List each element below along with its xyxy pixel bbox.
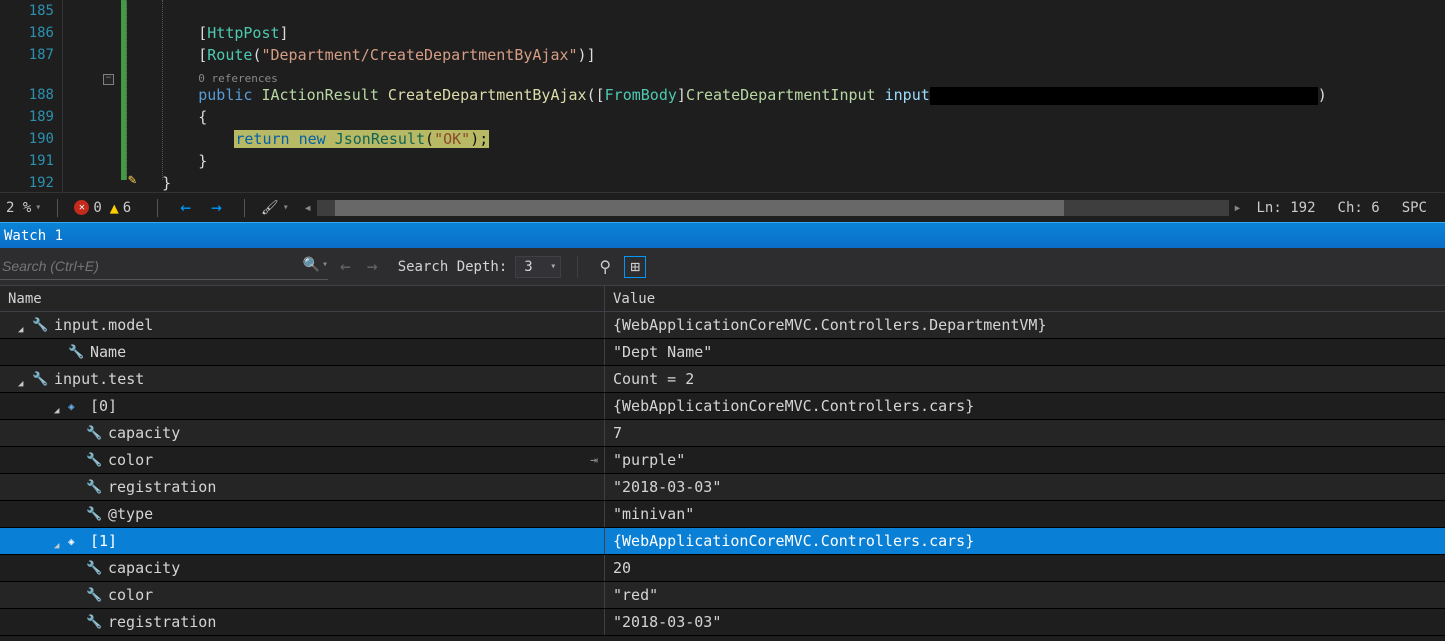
brush-icon[interactable]: 🖌 ▾ — [261, 200, 289, 216]
search-prev-icon[interactable]: ← — [336, 256, 355, 277]
watch-value-text[interactable]: "minivan" — [605, 505, 1445, 523]
watch-row[interactable]: 🔧 input.model {WebApplicationCoreMVC.Contr… — [0, 312, 1445, 339]
wrench-icon: 🔧 — [86, 507, 102, 522]
watch-name-text: input.test — [54, 370, 144, 388]
watch-value-text[interactable]: "red" — [605, 586, 1445, 604]
watch-row[interactable]: 🔧 registration "2018-03-03" — [0, 609, 1445, 636]
watch-row[interactable]: 🔧 registration "2018-03-03" — [0, 474, 1445, 501]
watch-row[interactable]: 🔧 capacity 7 — [0, 420, 1445, 447]
watch-value-text[interactable]: 7 — [605, 424, 1445, 442]
watch-row[interactable]: 🔧 color ⇥ "purple" — [0, 447, 1445, 474]
watch-row[interactable]: 🔧 @type "minivan" — [0, 501, 1445, 528]
chevron-down-icon[interactable]: ▾ — [322, 259, 328, 270]
watch-name-text: [0] — [90, 397, 117, 415]
watch-name-text: capacity — [108, 559, 180, 577]
outlining-margin[interactable]: − ✎ — [62, 0, 118, 192]
search-depth-label: Search Depth: — [390, 259, 508, 275]
watch-value-text[interactable]: "2018-03-03" — [605, 478, 1445, 496]
scroll-left-icon[interactable]: ◂ — [299, 200, 317, 216]
wrench-icon: 🔧 — [86, 453, 102, 468]
watch-row[interactable]: 🔧 capacity 20 — [0, 555, 1445, 582]
code-area[interactable]: [HttpPost] [Route("Department/CreateDepa… — [118, 0, 1445, 192]
search-next-icon[interactable]: → — [363, 256, 382, 277]
watch-name-text: Name — [90, 343, 126, 361]
code-editor[interactable]: 185 186 187 188 189 190 191 192 − ✎ [Htt… — [0, 0, 1445, 192]
watch-name-text: input.model — [54, 316, 153, 334]
wrench-icon: 🔧 — [86, 561, 102, 576]
watch-value-text[interactable]: {WebApplicationCoreMVC.Controllers.Depar… — [605, 316, 1445, 334]
wrench-icon: 🔧 — [32, 318, 48, 333]
redacted-block — [930, 87, 1318, 105]
watch-value-text[interactable]: 20 — [605, 559, 1445, 577]
filter-pin-icon[interactable]: ⚲ — [594, 257, 616, 276]
wrench-icon: 🔧 — [86, 426, 102, 441]
watch-row[interactable]: 🔧 color "red" — [0, 582, 1445, 609]
column-name-header[interactable]: Name — [0, 286, 605, 311]
expander-icon[interactable] — [18, 374, 28, 384]
watch-value-text[interactable]: "Dept Name" — [605, 343, 1445, 361]
watch-rows-container: 🔧 input.model {WebApplicationCoreMVC.Contr… — [0, 312, 1445, 636]
watch-name-text: [1] — [90, 532, 117, 550]
scroll-right-icon[interactable]: ▸ — [1229, 200, 1247, 216]
expander-icon[interactable] — [18, 320, 28, 330]
watch-value-text[interactable]: {WebApplicationCoreMVC.Controllers.cars} — [605, 397, 1445, 415]
watch-search-wrapper: 🔍▾ — [0, 254, 328, 280]
watch-row[interactable]: ◈ [1] {WebApplicationCoreMVC.Controllers.c… — [0, 528, 1445, 555]
scrollbar-thumb[interactable] — [335, 200, 1064, 216]
watch-search-input[interactable] — [0, 254, 328, 279]
watch-value-text[interactable]: Count = 2 — [605, 370, 1445, 388]
watch-row[interactable]: 🔧 input.test Count = 2 — [0, 366, 1445, 393]
wrench-icon: 🔧 — [68, 345, 84, 360]
spaces-indicator[interactable]: SPC — [1402, 200, 1427, 216]
watch-name-text: color — [108, 586, 153, 604]
line-indicator[interactable]: Ln: 192 — [1257, 200, 1316, 216]
wrench-icon: 🔧 — [32, 372, 48, 387]
expander-icon[interactable] — [54, 536, 64, 546]
nav-back-icon[interactable]: ← — [174, 197, 197, 218]
editor-status-bar: 2 % ▾ ✕0 ▲6 ← → 🖌 ▾ ◂ ▸ Ln: 192 Ch: 6 SP… — [0, 192, 1445, 222]
line-number-gutter: 185 186 187 188 189 190 191 192 — [0, 0, 62, 192]
watch-name-text: @type — [108, 505, 153, 523]
warning-icon: ▲ — [110, 199, 119, 217]
error-icon: ✕ — [74, 200, 89, 215]
wrench-icon: 🔧 — [86, 615, 102, 630]
search-depth-dropdown[interactable]: 3 — [515, 256, 561, 278]
watch-name-text: registration — [108, 613, 216, 631]
object-icon: ◈ — [68, 400, 84, 413]
toggle-raw-view-icon[interactable]: ⊞ — [624, 256, 646, 278]
watch-panel-title[interactable]: Watch 1 — [0, 222, 1445, 248]
error-count[interactable]: ✕0 — [74, 200, 101, 216]
column-value-header[interactable]: Value — [605, 286, 1445, 311]
pin-icon[interactable]: ⇥ — [590, 453, 598, 468]
nav-forward-icon[interactable]: → — [205, 197, 228, 218]
watch-value-text[interactable]: "2018-03-03" — [605, 613, 1445, 631]
horizontal-scrollbar[interactable]: ◂ ▸ — [299, 200, 1247, 216]
watch-toolbar: 🔍▾ ← → Search Depth: 3 ⚲ ⊞ — [0, 248, 1445, 286]
watch-name-text: color — [108, 451, 153, 469]
expander-icon[interactable] — [54, 401, 64, 411]
watch-value-text[interactable]: "purple" — [605, 451, 1445, 469]
wrench-icon: 🔧 — [86, 480, 102, 495]
column-indicator[interactable]: Ch: 6 — [1338, 200, 1380, 216]
zoom-dropdown[interactable]: 2 % ▾ — [6, 200, 41, 216]
watch-row[interactable]: 🔧 Name "Dept Name" — [0, 339, 1445, 366]
watch-value-text[interactable]: {WebApplicationCoreMVC.Controllers.cars} — [605, 532, 1445, 550]
watch-name-text: registration — [108, 478, 216, 496]
current-statement-highlight: return new JsonResult("OK"); — [234, 130, 489, 148]
watch-name-text: capacity — [108, 424, 180, 442]
warning-count[interactable]: ▲6 — [110, 199, 131, 217]
wrench-icon: 🔧 — [86, 588, 102, 603]
watch-row[interactable]: ◈ [0] {WebApplicationCoreMVC.Controllers.c… — [0, 393, 1445, 420]
fold-toggle-icon[interactable]: − — [103, 74, 114, 85]
object-icon: ◈ — [68, 535, 84, 548]
search-icon[interactable]: 🔍▾ — [303, 257, 328, 273]
watch-columns-header[interactable]: Name Value — [0, 286, 1445, 312]
